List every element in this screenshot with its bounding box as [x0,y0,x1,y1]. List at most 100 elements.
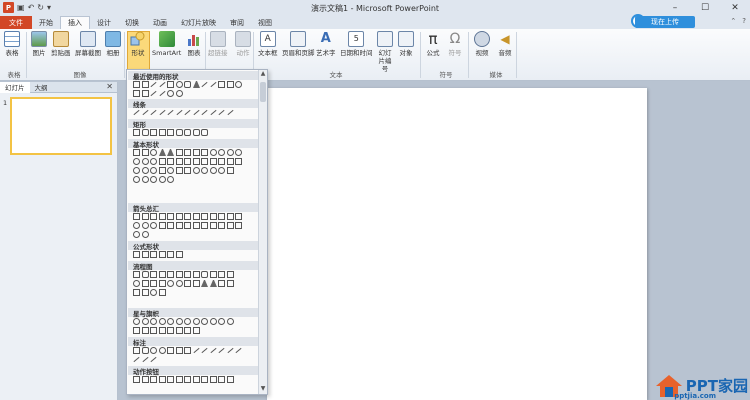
photo-album-button[interactable]: 相册 [105,31,121,57]
freeform-shape-icon[interactable] [218,109,225,116]
octagon-shape-icon[interactable] [226,149,234,156]
folded-corner-shape-icon[interactable] [158,167,166,174]
star-8-shape-icon[interactable] [184,318,191,325]
arrow-line-shape-icon[interactable] [158,81,166,88]
ribbon-down-shape-icon[interactable] [141,327,149,334]
trapezoid-shape-icon[interactable] [184,149,191,156]
action-back-shape-icon[interactable] [133,376,140,383]
horizontal-scroll-shape-icon[interactable] [175,327,183,334]
freeform-shape-icon[interactable] [158,90,166,97]
arrow-down-shape-icon[interactable] [158,213,166,220]
right-brace-shape-icon[interactable] [167,176,174,183]
l-shape-icon[interactable] [184,158,191,165]
tab-animations[interactable]: 动画 [146,16,174,29]
flowchart-preparation-shape-icon[interactable] [209,271,217,278]
triangle-shape-icon[interactable] [192,81,200,88]
star-12-shape-icon[interactable] [201,318,208,325]
smiley-face-shape-icon[interactable] [167,167,174,174]
save-icon[interactable]: ▣ [17,3,25,12]
snip-corner-rect-shape-icon[interactable] [150,129,157,136]
star-10-shape-icon[interactable] [192,318,200,325]
flowchart-terminator-shape-icon[interactable] [201,271,208,278]
flowchart-magnetic-disk-shape-icon[interactable] [141,289,149,296]
action-button[interactable]: 动作 [235,31,251,57]
lightning-bolt-shape-icon[interactable] [184,167,191,174]
cloud-shape-icon[interactable] [209,167,217,174]
flowchart-connector-shape-icon[interactable] [133,280,140,287]
maximize-icon[interactable]: ☐ [690,0,720,15]
diagonal-stripe-shape-icon[interactable] [192,158,200,165]
arrow-down-shape-icon[interactable] [226,81,234,88]
left-brace-shape-icon[interactable] [158,176,166,183]
cross-shape-icon[interactable] [201,158,208,165]
line-callout-border-3-shape-icon[interactable] [235,347,242,354]
half-frame-shape-icon[interactable] [175,158,183,165]
line-callout-border-2-shape-icon[interactable] [226,347,234,354]
tab-insert[interactable]: 插入 [60,16,90,29]
flowchart-merge-shape-icon[interactable] [209,280,217,287]
elbow-double-arrow-shape-icon[interactable] [175,109,183,116]
bent-up-arrow-shape-icon[interactable] [226,213,234,220]
double-wave-shape-icon[interactable] [192,327,200,334]
action-forward-shape-icon[interactable] [141,376,149,383]
star-24-shape-icon[interactable] [218,318,225,325]
minimize-icon[interactable]: – [660,0,690,15]
rectangle-shape-icon[interactable] [167,81,174,88]
flowchart-or-shape-icon[interactable] [175,280,183,287]
striped-right-arrow-shape-icon[interactable] [158,222,166,229]
plus-shape-icon[interactable] [133,251,140,258]
star-6-shape-icon[interactable] [167,318,174,325]
flowchart-data-shape-icon[interactable] [158,271,166,278]
elbow-connector-shape-icon[interactable] [209,81,217,88]
line-callout-accent-2-shape-icon[interactable] [201,347,208,354]
video-button[interactable]: 视频 [474,31,490,57]
picture-button[interactable]: 图片 [31,31,47,57]
donut-shape-icon[interactable] [133,167,140,174]
symbol-button[interactable]: Ω 符号 [447,31,463,57]
action-beginning-shape-icon[interactable] [150,376,157,383]
flowchart-document-shape-icon[interactable] [184,271,191,278]
action-end-shape-icon[interactable] [158,376,166,383]
flowchart-offpage-connector-shape-icon[interactable] [141,280,149,287]
curved-up-arrow-shape-icon[interactable] [141,222,149,229]
rounded-rect-shape-icon[interactable] [141,129,149,136]
rounded-rect-callout-shape-icon[interactable] [141,347,149,354]
ribbon-up-shape-icon[interactable] [133,327,140,334]
oval-shape-icon[interactable] [150,149,157,156]
dropdown-scrollbar[interactable]: ▲ ▼ [258,70,267,394]
flowchart-predefined-process-shape-icon[interactable] [167,271,174,278]
vertical-scroll-shape-icon[interactable] [167,327,174,334]
curved-arrow-connector-shape-icon[interactable] [192,109,200,116]
flowchart-decision-shape-icon[interactable] [150,271,157,278]
star-shape-icon[interactable] [235,81,242,88]
star-32-shape-icon[interactable] [226,318,234,325]
arrow-right-shape-icon[interactable] [218,81,225,88]
arc-shape-icon[interactable] [218,167,225,174]
chevron-shape-icon[interactable] [141,90,149,97]
action-custom-shape-icon[interactable] [226,376,234,383]
slide-number-button[interactable]: 幻灯片编号 [376,31,394,73]
pentagon-shape-icon[interactable] [133,90,140,97]
brace-shape-icon[interactable] [167,90,174,97]
flowchart-process-shape-icon[interactable] [133,271,140,278]
textbox-vertical-shape-icon[interactable] [141,81,149,88]
table-button[interactable]: 表格 [4,31,20,57]
shapes-button[interactable]: 形状 [130,31,146,57]
wave-shape-icon[interactable] [184,327,191,334]
line-callout-border-1-shape-icon[interactable] [218,347,225,354]
curved-connector-shape-icon[interactable] [184,109,191,116]
hexagon-shape-icon[interactable] [209,149,217,156]
flowchart-sequential-access-shape-icon[interactable] [133,289,140,296]
action-return-shape-icon[interactable] [184,376,191,383]
explosion-shape-icon[interactable] [133,318,140,325]
upload-button[interactable]: 现在上传 [635,16,695,28]
right-triangle-shape-icon[interactable] [167,149,174,156]
heptagon-shape-icon[interactable] [218,149,225,156]
tab-home[interactable]: 开始 [32,16,60,29]
powerpoint-logo-icon[interactable]: P [3,2,14,13]
line-shape-icon[interactable] [133,109,140,116]
line-callout-accent-3-shape-icon[interactable] [209,347,217,354]
right-arrow-callout-shape-icon[interactable] [192,222,200,229]
flowchart-multidocument-shape-icon[interactable] [192,271,200,278]
smartart-button[interactable]: SmartArt [152,31,181,57]
